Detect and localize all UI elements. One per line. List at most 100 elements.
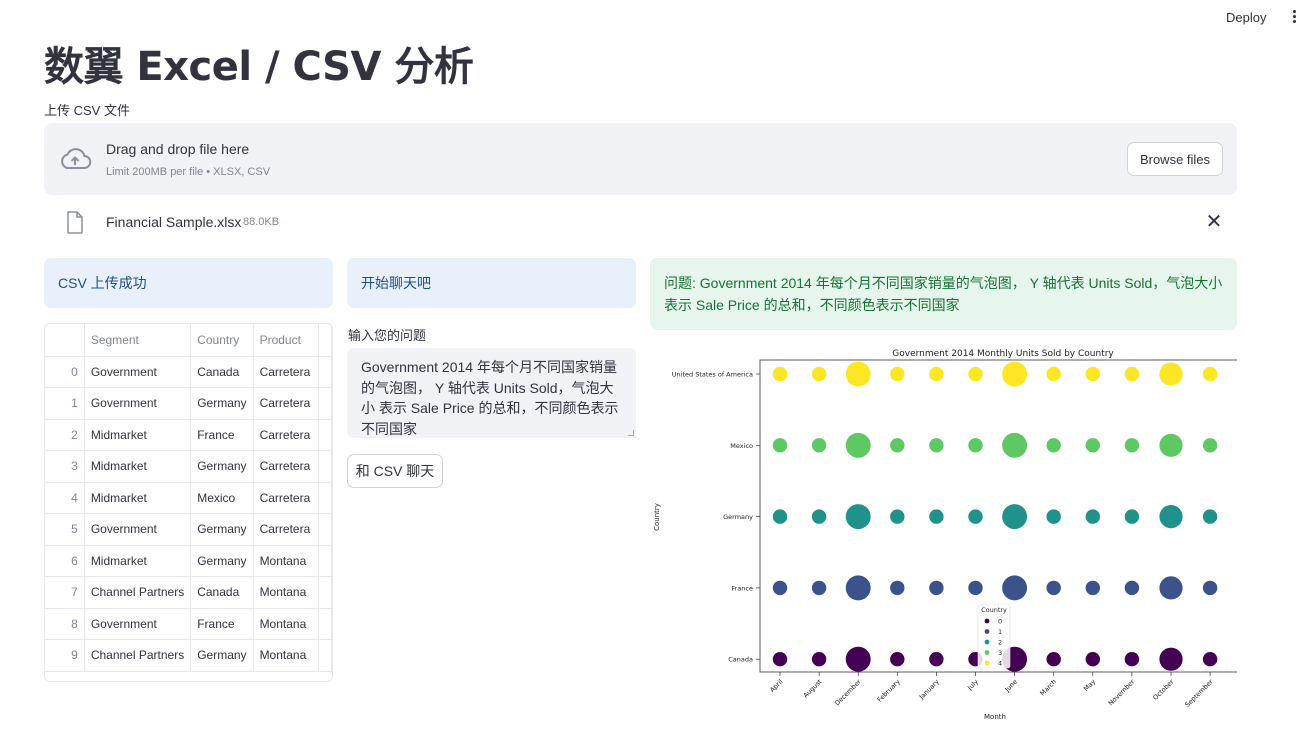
table-cell[interactable]: Mexico (190, 482, 254, 514)
table-cell[interactable]: Carretera (253, 482, 319, 514)
deploy-button[interactable]: Deploy (1226, 10, 1266, 25)
browse-files-button[interactable]: Browse files (1127, 142, 1223, 176)
bubble-point (968, 509, 983, 524)
bubble-point (1046, 509, 1061, 524)
row-index-cell[interactable]: 5 (45, 513, 85, 546)
table-row[interactable]: 5 Government Germany Carretera (45, 513, 332, 546)
table-cell[interactable]: Government (84, 608, 192, 640)
bubble-point (845, 432, 871, 458)
uploaded-file-row: Financial Sample.xlsx 88.0KB ✕ (44, 206, 1237, 240)
column-header-country[interactable]: Country (190, 324, 254, 357)
row-index-cell[interactable]: 0 (45, 356, 85, 388)
bubble-point (845, 646, 871, 672)
table-row[interactable]: 7 Channel Partners Canada Montana (45, 576, 332, 609)
column-header-index[interactable] (45, 324, 85, 357)
table-cell-overflow (318, 356, 332, 388)
bubble-point (1124, 366, 1140, 382)
legend-entry-label: 1 (998, 628, 1002, 636)
column-header-product[interactable]: Product (253, 324, 319, 357)
file-dropzone[interactable]: Drag and drop file here Limit 200MB per … (44, 123, 1237, 195)
table-cell[interactable]: France (190, 419, 254, 451)
table-row[interactable]: 6 Midmarket Germany Montana (45, 545, 332, 577)
close-icon[interactable]: ✕ (1202, 210, 1226, 234)
chart-title: Government 2014 Monthly Units Sold by Co… (892, 349, 1114, 359)
table-cell[interactable]: Montana (253, 639, 319, 672)
table-cell[interactable]: Carretera (253, 513, 319, 546)
table-cell[interactable]: Germany (190, 513, 254, 546)
bubble-point (1124, 438, 1140, 453)
uploaded-file-size: 88.0KB (243, 216, 280, 228)
bubble-point (1159, 362, 1183, 386)
table-cell[interactable]: Government (84, 387, 192, 420)
table-row[interactable]: 3 Midmarket Germany Carretera (45, 450, 332, 483)
table-cell[interactable]: Carretera (253, 387, 319, 420)
bubble-point (1002, 575, 1028, 601)
page-title: 数翼 Excel / CSV 分析 (44, 44, 474, 90)
bubble-point (1159, 433, 1183, 457)
bubble-point (772, 509, 788, 524)
bubble-point (1202, 509, 1218, 524)
bubble-point (929, 580, 944, 596)
table-cell[interactable]: Carretera (253, 356, 319, 388)
row-index-cell[interactable]: 9 (45, 639, 85, 672)
table-cell[interactable]: Midmarket (84, 450, 192, 483)
table-cell[interactable]: Germany (190, 450, 254, 483)
bubble-point (1202, 652, 1218, 667)
column-header-overflow (318, 324, 332, 357)
table-cell[interactable]: Germany (190, 545, 254, 577)
table-cell[interactable]: France (190, 608, 254, 640)
bubble-point (811, 652, 827, 667)
table-cell[interactable]: Montana (253, 576, 319, 609)
table-cell[interactable]: Carretera (253, 450, 319, 483)
table-cell[interactable]: Midmarket (84, 545, 192, 577)
table-cell[interactable]: Montana (253, 608, 319, 640)
row-index-cell[interactable]: 2 (45, 419, 85, 451)
bubble-point (1002, 361, 1028, 387)
more-vertical-icon[interactable] (1286, 8, 1302, 28)
bubble-point (772, 652, 788, 667)
column-header-segment[interactable]: Segment (84, 324, 192, 357)
row-index-cell[interactable]: 7 (45, 576, 85, 609)
x-axis-label: Month (984, 713, 1006, 721)
question-input[interactable]: Government 2014 年每个月不同国家销量的气泡图， Y 轴代表 Un… (347, 348, 636, 438)
table-cell[interactable]: Canada (190, 576, 254, 609)
row-index-cell[interactable]: 6 (45, 545, 85, 577)
table-row[interactable]: 2 Midmarket France Carretera (45, 419, 332, 451)
table-cell[interactable]: Channel Partners (84, 639, 192, 672)
question-text-line1: 问题: Government 2014 年每个月不同国家销量的气泡图， Y 轴代… (664, 275, 1223, 291)
uploader-label: 上传 CSV 文件 (44, 103, 130, 118)
upload-success-text: CSV 上传成功 (58, 275, 147, 291)
table-row[interactable]: 9 Channel Partners Germany Montana (45, 639, 332, 672)
table-cell[interactable]: Montana (253, 545, 319, 577)
table-cell[interactable]: Carretera (253, 419, 319, 451)
row-index-cell[interactable]: 1 (45, 387, 85, 420)
table-cell[interactable]: Channel Partners (84, 576, 192, 609)
table-cell[interactable]: Midmarket (84, 419, 192, 451)
table-cell[interactable]: Midmarket (84, 482, 192, 514)
table-row[interactable]: 8 Government France Montana (45, 608, 332, 640)
dropzone-instruction: Drag and drop file here (106, 141, 250, 157)
bubble-point (845, 361, 871, 387)
bubble-chart-svg: Government 2014 Monthly Units Sold by Co… (650, 342, 1248, 725)
table-cell[interactable]: Government (84, 513, 192, 546)
table-cell[interactable]: Germany (190, 387, 254, 420)
top-bar: Deploy (0, 0, 1309, 36)
legend-title: Country (981, 606, 1007, 614)
data-table[interactable]: Segment Country Product 0 Government Canad… (44, 323, 333, 682)
y-tick-label: United States of America (672, 371, 753, 379)
row-index-cell[interactable]: 8 (45, 608, 85, 640)
bubble-point (1046, 438, 1061, 453)
table-row[interactable]: 4 Midmarket Mexico Carretera (45, 482, 332, 514)
cloud-upload-icon (61, 148, 92, 169)
question-text-line2: 表示 Sale Price 的总和，不同颜色表示不同国家 (664, 297, 960, 313)
chat-with-csv-button[interactable]: 和 CSV 聊天 (347, 454, 443, 488)
table-cell[interactable]: Germany (190, 639, 254, 672)
row-index-cell[interactable]: 3 (45, 450, 85, 483)
table-cell[interactable]: Government (84, 356, 192, 388)
row-index-cell[interactable]: 4 (45, 482, 85, 514)
table-row[interactable]: 0 Government Canada Carretera (45, 356, 332, 388)
table-row[interactable]: 1 Government Germany Carretera (45, 387, 332, 420)
table-cell[interactable]: Canada (190, 356, 254, 388)
resize-handle[interactable] (628, 430, 634, 436)
bubble-point (1159, 576, 1183, 600)
